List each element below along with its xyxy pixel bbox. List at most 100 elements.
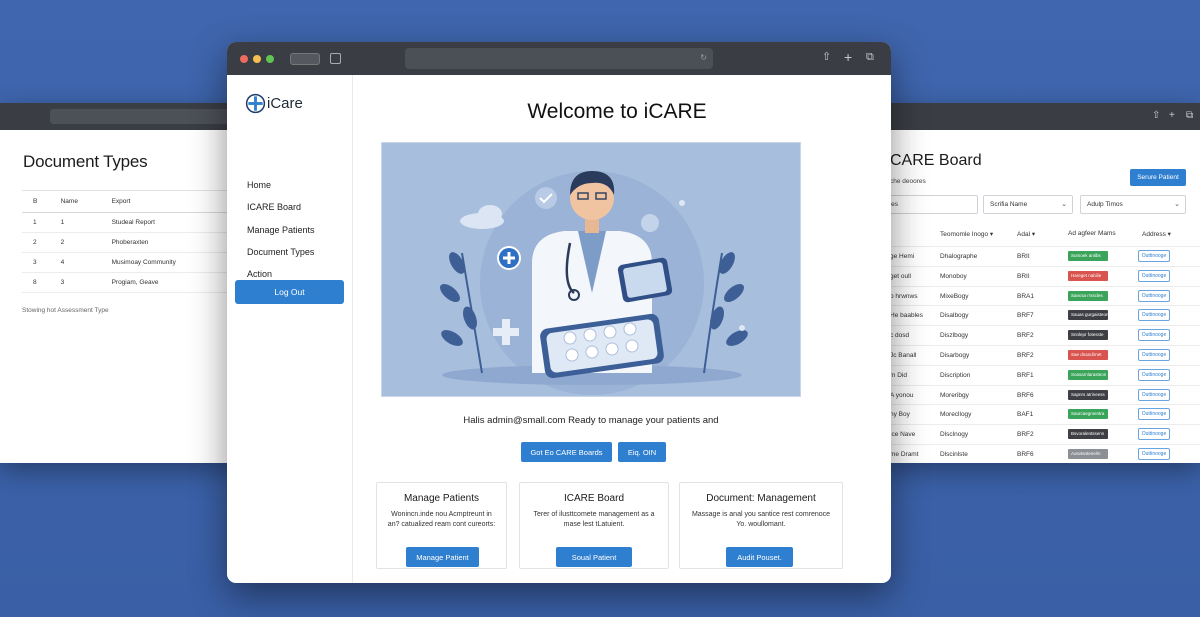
sidebar-item-manage-patients[interactable]: Manage Patients <box>247 224 315 246</box>
status-badge: Soasarnlarasteon <box>1068 369 1108 380</box>
patient-name-cell: ny Boy <box>890 411 910 419</box>
column-header[interactable]: Teomomle Inogo ▾ <box>940 230 993 238</box>
document-management-card: Document: Management Massage is anal you… <box>679 482 843 569</box>
document-management-button[interactable]: Audit Pouset. <box>726 547 793 567</box>
address-bar[interactable]: ↻ <box>405 48 713 69</box>
type-filter-select[interactable]: Adulp Timos ⌄ <box>1080 195 1186 214</box>
patient-name-cell: He baables <box>890 312 923 320</box>
close-window-button[interactable] <box>240 55 248 63</box>
column-header[interactable]: B <box>22 190 50 213</box>
sidebar-toggle-icon[interactable] <box>330 53 341 64</box>
sidebar: iCare Home ICARE Board Manage Patients D… <box>227 75 353 583</box>
table-row[interactable]: ice Nave Dlsclnogy BRF2 Bsvoralentssenn Outt… <box>884 424 1200 444</box>
row-action-button[interactable]: Outtinooge <box>1138 408 1170 421</box>
code-cell: BRF2 <box>1017 332 1034 340</box>
share-icon[interactable]: ⇧ <box>1152 111 1160 121</box>
welcome-message: Halis admin@small.com Ready to manage yo… <box>463 415 719 426</box>
patient-name-cell: ice Nave <box>890 431 916 439</box>
code-cell: BRF2 <box>1017 351 1034 359</box>
card-title: ICARE Board <box>563 493 625 504</box>
patients-table: ge Hemi Dhalographe BRII Sumoek antibs Outti… <box>884 246 1200 463</box>
row-action-button[interactable]: Outtinooge <box>1138 329 1170 342</box>
table-row[interactable]: 1 1 Studeal Report <box>22 212 236 233</box>
patient-name-cell: Jc Banall <box>890 351 917 359</box>
row-action-button[interactable]: Outtinooge <box>1138 368 1170 381</box>
tabs-overview-icon[interactable]: ⧉ <box>1186 111 1193 121</box>
type-cell: Monoboy <box>940 272 967 280</box>
chevron-down-icon: ⌄ <box>1061 201 1067 208</box>
table-row[interactable]: 2 2 Phoberaxten <box>22 232 236 253</box>
row-action-button[interactable]: Outtinooge <box>1138 428 1170 441</box>
table-row[interactable]: Jc Banall Disarbogy BRF2 Sae dnandirnet Outt… <box>884 344 1200 365</box>
row-action-button[interactable]: Outtinooge <box>1138 309 1170 322</box>
type-cell: Diszlbogy <box>940 332 969 340</box>
reload-icon[interactable]: ↻ <box>700 53 707 62</box>
add-patient-button[interactable]: Serure Patient <box>1130 169 1186 186</box>
table-row[interactable]: m Did Discription BRF1 Soasarnlarasteon Outt… <box>884 364 1200 385</box>
row-action-button[interactable]: Outtinooge <box>1138 447 1170 460</box>
document-types-table: B Name Export 1 1 Studeal Report 2 2 Pho… <box>22 190 236 293</box>
type-cell: Morecllogy <box>940 411 972 419</box>
code-cell: BRII <box>1017 272 1030 280</box>
maximize-window-button[interactable] <box>266 55 274 63</box>
table-row[interactable]: me Dramt Dlscinlste BRF6 Aosvtsntenelm Outti… <box>884 443 1200 463</box>
filter-label: Scrifia Name <box>990 201 1028 208</box>
type-cell: Disalbogy <box>940 312 969 320</box>
column-header[interactable]: Adal ▾ <box>1017 230 1035 238</box>
new-tab-icon[interactable]: + <box>1169 111 1175 121</box>
sidebar-item-icare-board[interactable]: ICARE Board <box>247 201 315 223</box>
search-input[interactable]: ebiles <box>884 195 978 214</box>
back-forward-icon[interactable] <box>290 53 320 65</box>
table-header-row: B Name Export <box>22 190 236 213</box>
minimize-window-button[interactable] <box>253 55 261 63</box>
type-cell: Disarbogy <box>940 351 970 359</box>
share-icon[interactable]: ⇧ <box>822 52 831 63</box>
code-cell: BRF6 <box>1017 391 1034 399</box>
medical-cross-logo-icon <box>245 93 266 114</box>
table-row[interactable]: ge Hemi Dhalographe BRII Sumoek antibs Outti… <box>884 246 1200 266</box>
table-row[interactable]: get oull Monoboy BRII Hareget nabilie Outtin… <box>884 265 1200 286</box>
row-action-button[interactable]: Outtinooge <box>1138 250 1170 262</box>
logout-button[interactable]: Log Out <box>235 280 344 304</box>
table-cell: 3 <box>22 252 50 273</box>
address-bar[interactable] <box>50 109 236 124</box>
tabs-overview-icon[interactable]: ⧉ <box>866 52 874 63</box>
table-row[interactable]: ny Boy Morecllogy BAF1 Saurcaegmentra Outtin… <box>884 404 1200 424</box>
browser-toolbar: ↻ ⇧ + ⧉ <box>227 42 891 75</box>
icare-board-card-button[interactable]: Soual Patient <box>556 547 632 567</box>
new-tab-icon[interactable]: + <box>844 50 852 64</box>
row-action-button[interactable]: Outtinooge <box>1138 289 1170 302</box>
card-title: Document: Management <box>706 493 816 504</box>
table-row[interactable]: He baables Disalbogy BRF7 Sauas gurgaisteon… <box>884 305 1200 325</box>
patient-name-cell: get oull <box>890 272 911 280</box>
row-action-button[interactable]: Outtinooge <box>1138 388 1170 401</box>
brand[interactable]: iCare <box>245 93 303 114</box>
table-header-row: Teomomle Inogo ▾ Adal ▾ Ad agfeer Mams A… <box>884 230 1200 244</box>
row-action-button[interactable]: Outtinooge <box>1138 348 1170 361</box>
row-action-button[interactable]: Outtinooge <box>1138 269 1170 282</box>
column-header[interactable]: Export <box>100 190 236 213</box>
browser-toolbar: ⇧ + ⧉ <box>884 103 1200 130</box>
table-row[interactable]: 8 3 Progiam, Geave <box>22 272 236 293</box>
table-row[interactable]: o hrwnws MixeBogy BRA1 Sancsa rrsscles Outti… <box>884 285 1200 306</box>
go-to-icare-board-button[interactable]: Got Eo CARE Boards <box>521 442 612 462</box>
brand-name: iCare <box>267 95 303 112</box>
card-description: Massage is anal you santice rest comreno… <box>691 511 831 528</box>
column-header[interactable]: Name <box>49 190 101 213</box>
code-cell: BRF1 <box>1017 371 1034 379</box>
status-badge: Saurcaegmentra <box>1068 409 1108 420</box>
table-row[interactable]: A yonou Moreribgy BRF6 Sapnrs atrineess Outt… <box>884 384 1200 405</box>
column-header[interactable]: Ad agfeer Mams <box>1068 230 1116 237</box>
column-header[interactable]: Address ▾ <box>1142 230 1171 238</box>
sidebar-item-home[interactable]: Home <box>247 179 315 201</box>
secondary-action-button[interactable]: Eiq. OIN <box>618 442 666 462</box>
sidebar-item-document-types[interactable]: Document Types <box>247 246 315 268</box>
page-title: Document Types <box>23 152 148 171</box>
name-filter-select[interactable]: Scrifia Name ⌄ <box>983 195 1073 214</box>
manage-patient-button[interactable]: Manage Patient <box>406 547 479 567</box>
table-cell: 3 <box>49 272 101 293</box>
table-row[interactable]: 3 4 Musimoay Community <box>22 252 236 273</box>
table-row[interactable]: c dosd Diszlbogy BRF2 Snnlepr fotesste Outti… <box>884 325 1200 345</box>
type-cell: MixeBogy <box>940 292 969 300</box>
status-badge: Aosvtsntenelm <box>1068 448 1108 459</box>
